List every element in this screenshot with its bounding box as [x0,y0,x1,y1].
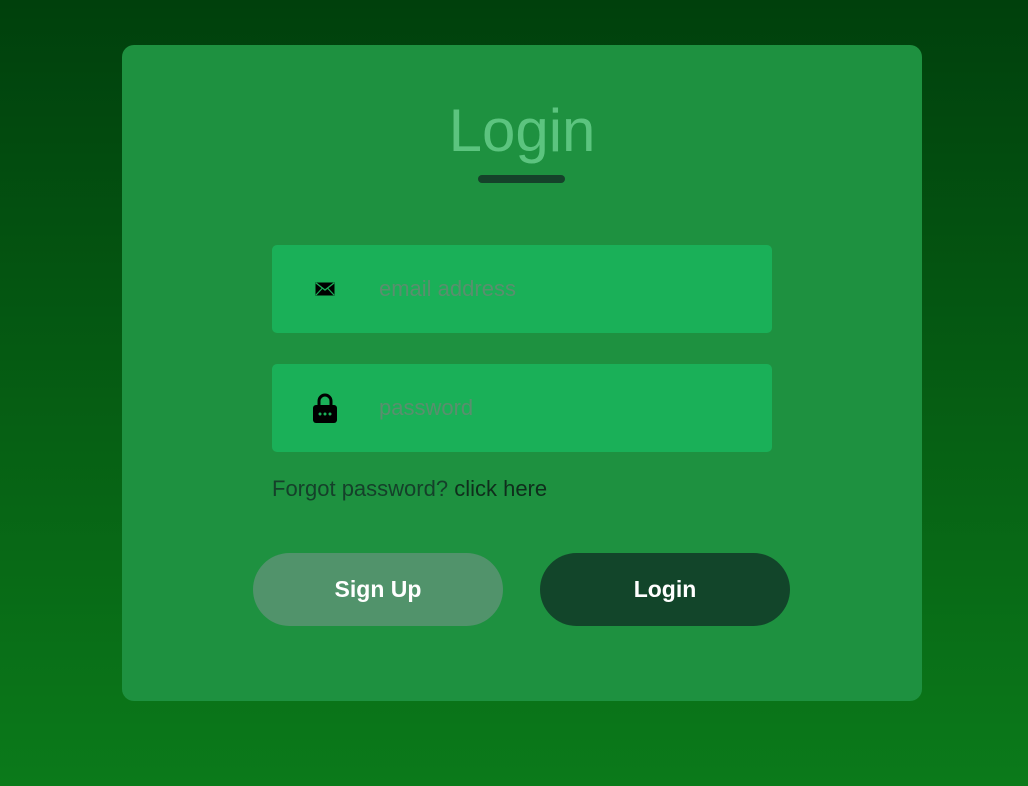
email-input[interactable] [379,245,772,333]
lock-icon [272,392,377,424]
envelope-icon [272,282,377,296]
email-field[interactable] [272,245,772,333]
title-underline [478,175,565,183]
forgot-password-row: Forgot password? click here [272,476,547,502]
sign-up-button[interactable]: Sign Up [253,553,503,626]
page-title: Login [448,97,596,164]
forgot-password-link[interactable]: click here [454,476,547,501]
password-input[interactable] [379,364,772,452]
login-card: Login Forgot password? click he [122,45,922,701]
password-field[interactable] [272,364,772,452]
forgot-password-text: Forgot password? [272,476,455,501]
login-button[interactable]: Login [540,553,790,626]
